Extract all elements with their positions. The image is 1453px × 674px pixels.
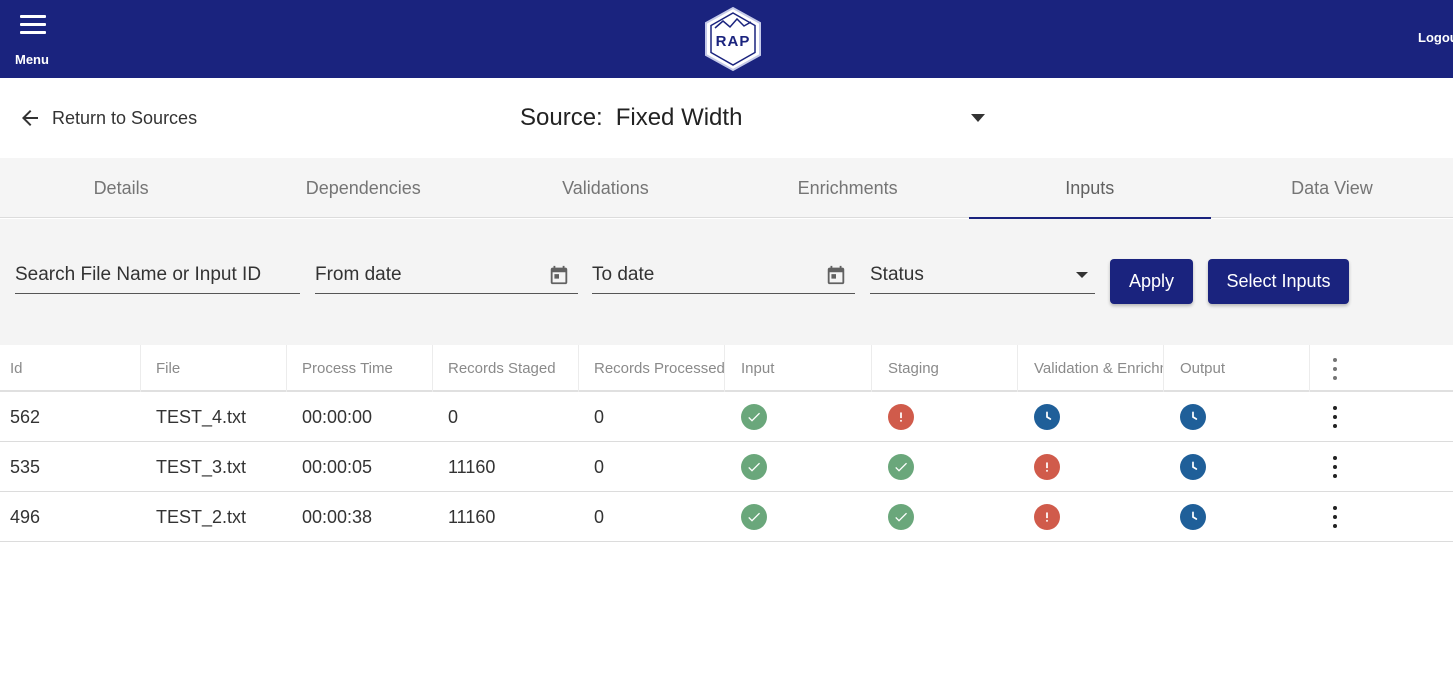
tab-enrichments[interactable]: Enrichments [727, 158, 969, 218]
check-circle-icon[interactable] [741, 504, 767, 530]
column-header-file[interactable]: File [141, 345, 287, 392]
more-vert-icon [1332, 357, 1338, 380]
cell-records-processed: 0 [594, 406, 605, 427]
cell-process-time: 00:00:00 [302, 406, 373, 427]
cell-input-status [725, 392, 872, 442]
cell-file: TEST_4.txt [156, 406, 247, 427]
cell-id: 496 [10, 506, 41, 527]
tab-data-view[interactable]: Data View [1211, 158, 1453, 218]
column-header-output[interactable]: Output [1164, 345, 1310, 392]
cell-validation-status [1018, 442, 1164, 492]
cell-records-processed: 0 [594, 506, 605, 527]
search-field [15, 257, 300, 294]
row-actions-button[interactable] [1310, 392, 1453, 442]
column-header-records-staged[interactable]: Records Staged [433, 345, 579, 392]
source-prefix: Source: [520, 104, 603, 131]
cell-file: TEST_3.txt [156, 456, 247, 477]
error-icon[interactable] [888, 404, 914, 430]
select-inputs-button[interactable]: Select Inputs [1208, 259, 1349, 304]
cell-output-status [1164, 492, 1310, 542]
menu-button[interactable]: Menu [12, 10, 52, 68]
cell-output-status [1164, 392, 1310, 442]
apply-button[interactable]: Apply [1110, 259, 1193, 304]
cell-records-staged: 11160 [448, 506, 496, 527]
inputs-table: Id File Process Time Records Staged Reco… [0, 345, 1453, 542]
tab-dependencies[interactable]: Dependencies [242, 158, 484, 218]
cell-staging-status [872, 392, 1018, 442]
tab-inputs[interactable]: Inputs [968, 158, 1212, 219]
return-to-sources-link[interactable]: Return to Sources [18, 106, 197, 130]
rap-logo[interactable]: RAP [703, 6, 763, 72]
clock-icon[interactable] [1034, 404, 1060, 430]
error-icon[interactable] [1034, 454, 1060, 480]
column-header-id[interactable]: Id [0, 345, 141, 392]
column-header-staging[interactable]: Staging [872, 345, 1018, 392]
return-label: Return to Sources [52, 107, 198, 128]
cell-records-processed: 0 [594, 456, 605, 477]
column-header-input[interactable]: Input [725, 345, 872, 392]
source-value: Fixed Width [615, 104, 743, 131]
cell-staging-status [872, 492, 1018, 542]
table-row[interactable]: 496 TEST_2.txt 00:00:38 11160 0 [0, 492, 1453, 542]
column-header-process-time[interactable]: Process Time [287, 345, 433, 392]
to-date-field [592, 257, 855, 294]
status-select[interactable]: Status [870, 257, 1095, 294]
tab-details[interactable]: Details [0, 158, 242, 218]
row-actions-button[interactable] [1310, 442, 1453, 492]
cell-validation-status [1018, 392, 1164, 442]
search-input[interactable] [15, 257, 300, 293]
cell-id: 535 [10, 456, 41, 477]
column-header-records-processed[interactable]: Records Processed [579, 345, 725, 392]
row-actions-button[interactable] [1310, 492, 1453, 542]
cell-records-staged: 11160 [448, 456, 496, 477]
table-header: Id File Process Time Records Staged Reco… [0, 345, 1453, 392]
table-row[interactable]: 562 TEST_4.txt 00:00:00 0 0 [0, 392, 1453, 442]
filter-panel: Status Apply Select Inputs [0, 219, 1453, 345]
calendar-icon[interactable] [548, 264, 570, 286]
menu-label: Menu [15, 52, 49, 67]
app-bar: Menu RAP Logout [0, 0, 1453, 78]
table-row[interactable]: 535 TEST_3.txt 00:00:05 11160 0 [0, 442, 1453, 492]
clock-icon[interactable] [1180, 504, 1206, 530]
from-date-field [315, 257, 578, 294]
check-circle-icon[interactable] [888, 454, 914, 480]
logo-text: RAP [716, 33, 751, 50]
arrow-left-icon [22, 110, 38, 126]
cell-process-time: 00:00:38 [302, 506, 373, 527]
cell-file: TEST_2.txt [156, 506, 247, 527]
column-header-validation-enrichment[interactable]: Validation & Enrichment [1018, 345, 1164, 392]
source-selector[interactable]: Source: Fixed Width [520, 104, 742, 132]
more-vert-icon [1332, 456, 1338, 478]
status-select-value: Status [870, 264, 924, 285]
from-date-input[interactable] [315, 257, 578, 293]
column-options-button[interactable] [1310, 345, 1453, 392]
source-dropdown-caret-icon[interactable] [968, 112, 988, 124]
check-circle-icon[interactable] [741, 404, 767, 430]
more-vert-icon [1332, 406, 1338, 428]
cell-input-status [725, 442, 872, 492]
cell-output-status [1164, 442, 1310, 492]
more-vert-icon [1332, 506, 1338, 528]
cell-id: 562 [10, 406, 41, 427]
hamburger-icon [20, 15, 46, 35]
clock-icon[interactable] [1180, 454, 1206, 480]
to-date-input[interactable] [592, 257, 855, 293]
error-icon[interactable] [1034, 504, 1060, 530]
cell-process-time: 00:00:05 [302, 456, 373, 477]
chevron-down-icon [1076, 272, 1088, 278]
clock-icon[interactable] [1180, 404, 1206, 430]
cell-staging-status [872, 442, 1018, 492]
cell-records-staged: 0 [448, 406, 459, 427]
check-circle-icon[interactable] [741, 454, 767, 480]
cell-validation-status [1018, 492, 1164, 542]
tab-validations[interactable]: Validations [484, 158, 726, 218]
check-circle-icon[interactable] [888, 504, 914, 530]
logout-button[interactable]: Logout [1418, 30, 1453, 45]
source-tabs: Details Dependencies Validations Enrichm… [0, 158, 1453, 219]
cell-input-status [725, 492, 872, 542]
calendar-icon[interactable] [825, 264, 847, 286]
table-body: 562 TEST_4.txt 00:00:00 0 0 535 TEST_3.txt 00:0… [0, 392, 1453, 542]
